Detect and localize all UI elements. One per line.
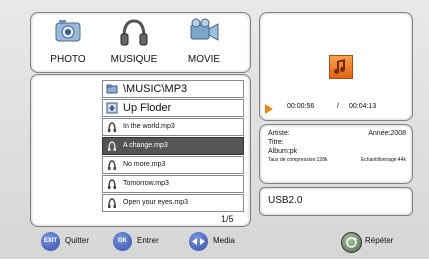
music-file-icon [106, 140, 118, 152]
file-name: A change.mp3 [123, 142, 168, 149]
media-label: Media [213, 236, 235, 245]
device-label: USB2.0 [268, 195, 303, 206]
file-browser: \MUSIC\MP3 Up Floder In the world.mp3 A … [30, 74, 251, 227]
time-separator: / [337, 103, 339, 110]
left-right-arrows-icon [189, 232, 208, 251]
music-file-icon [106, 159, 118, 171]
photo-icon [51, 17, 85, 47]
elapsed-time: 00:00:56 [287, 103, 315, 110]
file-row[interactable]: No more.mp3 [102, 156, 244, 174]
folder-icon [106, 83, 118, 95]
music-file-icon [106, 197, 118, 209]
media-player-screen: PHOTO MUSIQUE MOVIE \MUSIC\MP3 Up Floder… [0, 0, 429, 259]
repeat-label: Répéter [365, 236, 394, 245]
ok-key-icon: OK [113, 232, 132, 251]
exit-key-icon: EXIT [41, 232, 60, 251]
file-row[interactable]: Tomorrow.mp3 [102, 175, 244, 193]
file-row[interactable]: Open your eyes.mp3 [102, 194, 244, 212]
file-row[interactable]: In the world.mp3 [102, 118, 244, 136]
category-music[interactable]: MUSIQUE [104, 17, 164, 69]
file-name: In the world.mp3 [123, 123, 175, 130]
headphones-icon [117, 17, 151, 47]
current-path: \MUSIC\MP3 [123, 83, 188, 95]
music-file-icon [106, 121, 118, 133]
file-name: Open your eyes.mp3 [123, 199, 188, 206]
remote-control-bar: EXIT Quitter OK Entrer Media Répéter [30, 229, 421, 255]
device-box: USB2.0 [259, 187, 413, 216]
category-photo[interactable]: PHOTO [38, 17, 98, 69]
category-movie[interactable]: MOVIE [174, 17, 234, 69]
track-info: Artiste: Année:2008 Titre: Album:pk Taux… [259, 124, 413, 184]
year-label: Année:2008 [368, 130, 406, 137]
music-file-icon [106, 178, 118, 190]
current-path-row: \MUSIC\MP3 [102, 80, 244, 98]
file-list: \MUSIC\MP3 Up Floder In the world.mp3 A … [102, 80, 244, 213]
music-note-icon [329, 55, 353, 79]
file-row-selected[interactable]: A change.mp3 [102, 137, 244, 155]
file-name: No more.mp3 [123, 161, 166, 168]
page-indicator: 1/5 [221, 214, 234, 224]
quit-label: Quitter [65, 236, 90, 245]
up-folder-icon [106, 102, 118, 114]
artist-label: Artiste: [268, 130, 290, 137]
enter-label: Entrer [137, 236, 159, 245]
title-label: Titre: [268, 139, 284, 146]
sample-rate: Echantillonnage:44k [360, 157, 406, 163]
movie-icon [187, 17, 221, 47]
category-label-movie: MOVIE [187, 54, 221, 65]
total-time: 00:04:13 [349, 103, 377, 110]
media-category-bar: PHOTO MUSIQUE MOVIE [30, 12, 251, 73]
up-folder-row[interactable]: Up Floder [102, 99, 244, 117]
category-label-music: MUSIQUE [110, 54, 158, 65]
compression-rate: Taux de compression:128k [268, 157, 328, 163]
repeat-key-icon [341, 232, 362, 253]
category-label-photo: PHOTO [50, 54, 86, 65]
album-label: Album:pk [268, 148, 298, 155]
play-icon[interactable] [265, 101, 273, 114]
preview-panel: 00:00:56 / 00:04:13 [259, 12, 413, 121]
file-name: Tomorrow.mp3 [123, 180, 169, 187]
up-folder-label: Up Floder [123, 102, 172, 114]
